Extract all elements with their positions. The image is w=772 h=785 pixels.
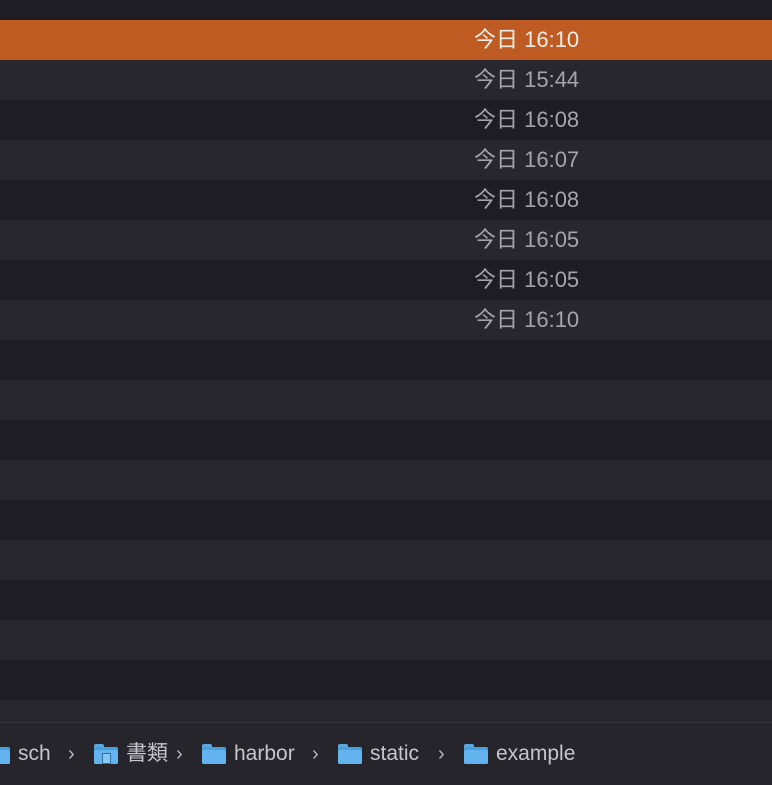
file-row[interactable]: 今日 16:05	[0, 220, 772, 260]
date-modified: 今日 15:44	[474, 67, 580, 92]
path-item-label: 書類	[126, 742, 168, 765]
folder-icon	[338, 744, 362, 764]
path-item-documents[interactable]: 書類	[94, 739, 168, 769]
date-modified: 今日 16:05	[474, 227, 580, 252]
path-bar: sch › 書類 › harbor › static › example	[0, 722, 772, 785]
empty-row	[0, 460, 772, 500]
empty-row	[0, 380, 772, 420]
empty-row	[0, 620, 772, 660]
file-row[interactable]: 今日 15:44	[0, 60, 772, 100]
documents-folder-icon	[94, 744, 118, 764]
path-item-static[interactable]: static	[338, 739, 419, 769]
date-modified: 今日 16:08	[474, 107, 580, 132]
date-modified: 今日 16:08	[474, 187, 580, 212]
date-modified: 今日 16:10	[474, 307, 580, 332]
home-folder-icon	[0, 744, 10, 764]
file-row[interactable]: 今日 16:08	[0, 180, 772, 220]
empty-row	[0, 420, 772, 460]
date-modified: 今日 16:07	[474, 147, 580, 172]
path-item-label: harbor	[234, 742, 295, 765]
file-row[interactable]: 今日 16:05	[0, 260, 772, 300]
chevron-right-icon: ›	[176, 743, 183, 765]
folder-icon	[464, 744, 488, 764]
empty-row	[0, 580, 772, 620]
empty-row	[0, 660, 772, 700]
chevron-right-icon: ›	[438, 743, 445, 765]
path-item-label: static	[370, 742, 420, 765]
empty-row	[0, 500, 772, 540]
chevron-right-icon: ›	[68, 743, 75, 765]
file-row[interactable]: 今日 16:07	[0, 140, 772, 180]
chevron-right-icon: ›	[312, 743, 319, 765]
folder-icon	[202, 744, 226, 764]
empty-row	[0, 540, 772, 580]
date-modified: 今日 16:05	[474, 267, 580, 292]
path-item-label: example	[496, 742, 576, 765]
path-item-example[interactable]: example	[464, 739, 575, 769]
file-row[interactable]: 今日 16:10	[0, 20, 772, 60]
file-row[interactable]: 今日 16:10	[0, 300, 772, 340]
path-item-sch[interactable]: sch	[0, 739, 51, 769]
path-item-label: sch	[18, 742, 51, 765]
empty-row	[0, 340, 772, 380]
path-item-harbor[interactable]: harbor	[202, 739, 295, 769]
column-header-bar	[0, 0, 772, 21]
date-modified: 今日 16:10	[474, 27, 580, 52]
file-row[interactable]: 今日 16:08	[0, 100, 772, 140]
file-list: 今日 16:10 今日 15:44 今日 16:08 今日 16:07 今日 1…	[0, 20, 772, 740]
